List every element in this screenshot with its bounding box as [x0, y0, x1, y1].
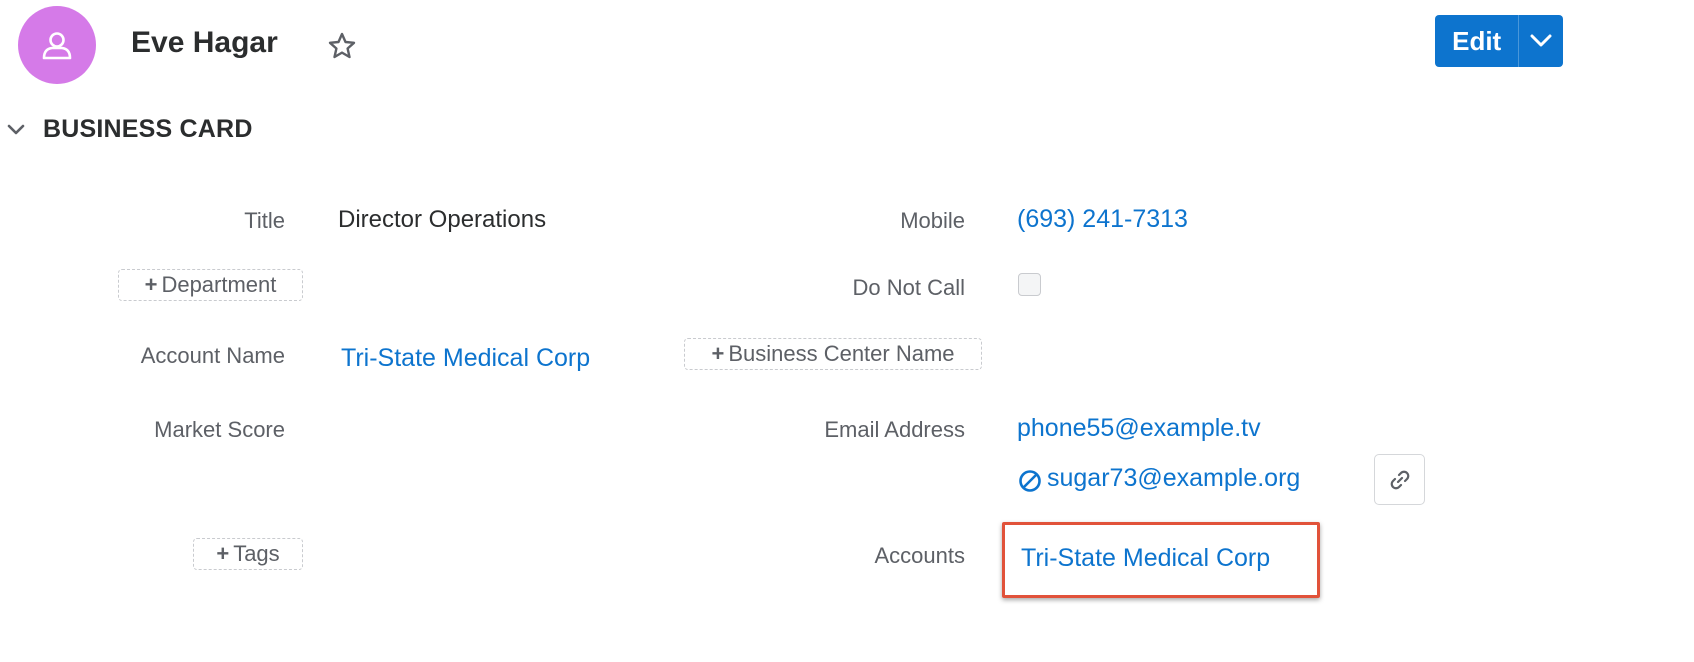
mobile-label: Mobile	[900, 208, 965, 233]
account-name-link[interactable]: Tri-State Medical Corp	[341, 344, 590, 373]
add-department-label: Department	[161, 272, 277, 297]
plus-icon: +	[216, 541, 230, 566]
email-primary-link[interactable]: phone55@example.tv	[1017, 414, 1261, 443]
market-score-label: Market Score	[154, 417, 285, 442]
plus-icon: +	[144, 272, 158, 297]
edit-button[interactable]: Edit	[1435, 15, 1518, 67]
do-not-call-label: Do Not Call	[852, 275, 965, 300]
favorite-star-icon[interactable]	[327, 31, 357, 61]
add-business-center-label: Business Center Name	[728, 341, 955, 366]
record-name: Eve Hagar	[131, 26, 278, 59]
accounts-label: Accounts	[874, 543, 966, 568]
edit-dropdown-toggle[interactable]	[1518, 15, 1563, 67]
edit-button-group: Edit	[1435, 15, 1563, 67]
chevron-down-icon[interactable]	[6, 121, 26, 139]
add-tags-label: Tags	[233, 541, 280, 566]
title-label: Title	[244, 208, 285, 233]
opt-out-icon	[1019, 470, 1041, 492]
do-not-call-checkbox[interactable]	[1018, 273, 1041, 296]
add-business-center-button[interactable]: + Business Center Name	[684, 338, 982, 370]
account-name-label: Account Name	[140, 343, 285, 368]
mobile-link[interactable]: (693) 241-7313	[1017, 205, 1188, 234]
email-label: Email Address	[824, 417, 965, 442]
avatar	[18, 6, 96, 84]
chevron-down-icon	[1530, 34, 1552, 47]
title-value[interactable]: Director Operations	[338, 206, 546, 234]
accounts-link[interactable]: Tri-State Medical Corp	[1021, 544, 1270, 573]
add-tags-button[interactable]: + Tags	[193, 538, 303, 570]
section-title[interactable]: BUSINESS CARD	[43, 115, 253, 144]
person-icon	[42, 32, 72, 60]
copy-link-button[interactable]	[1374, 454, 1425, 505]
add-department-button[interactable]: + Department	[118, 269, 303, 301]
link-icon	[1390, 470, 1409, 489]
email-secondary-link[interactable]: sugar73@example.org	[1047, 464, 1300, 493]
plus-icon: +	[711, 341, 725, 366]
